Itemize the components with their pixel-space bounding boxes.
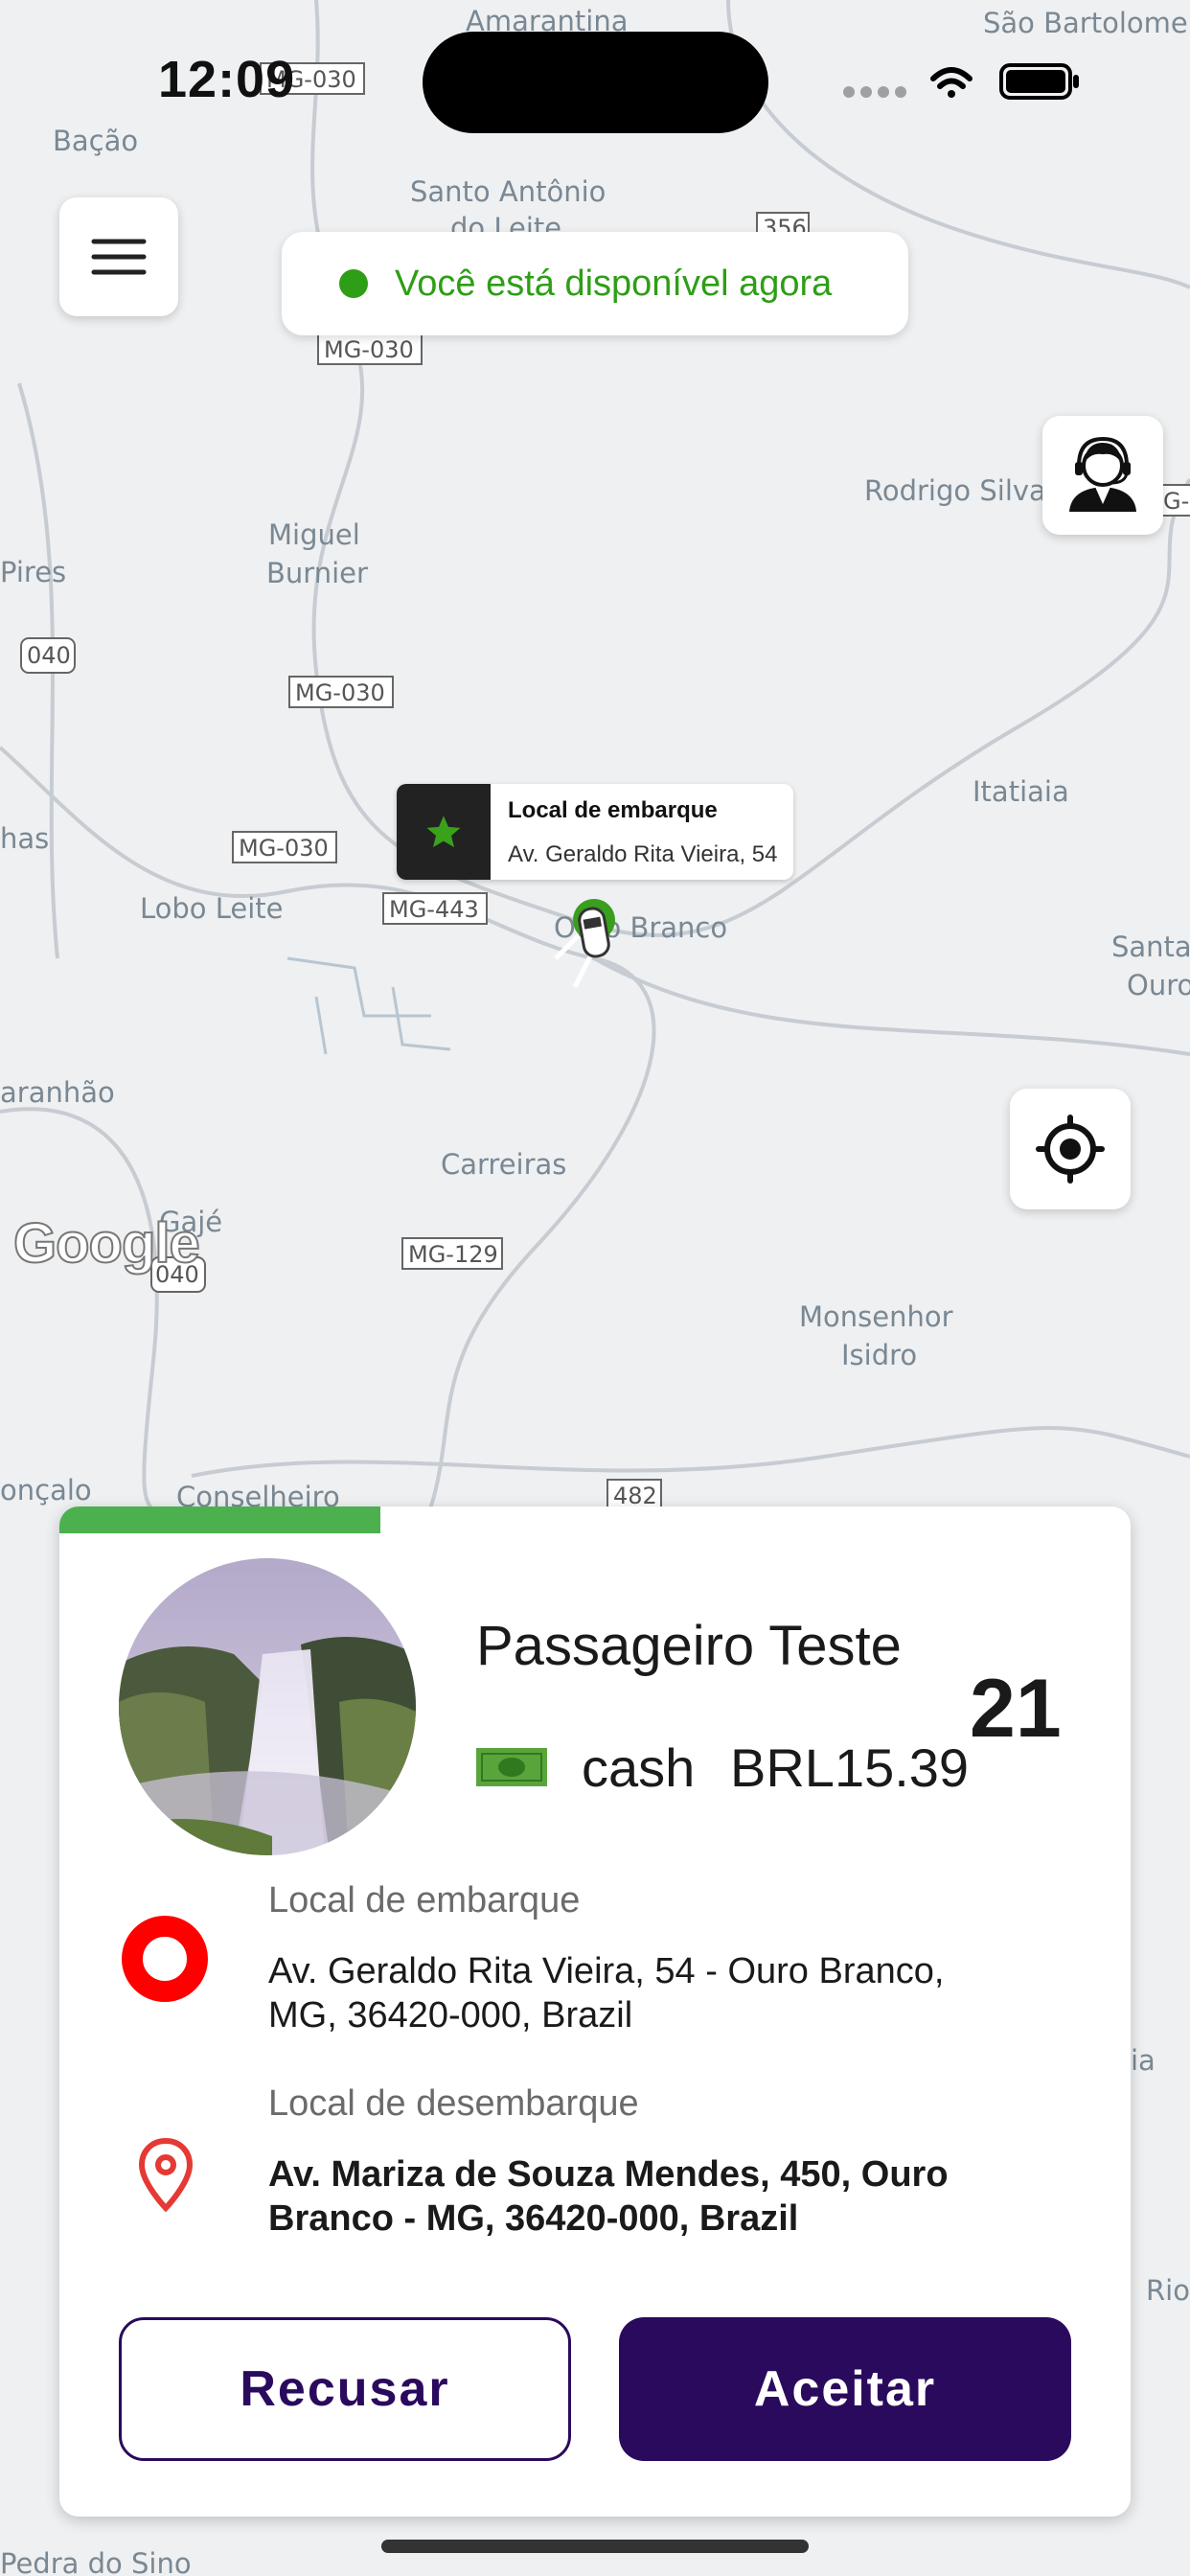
signal-icon xyxy=(843,86,906,98)
home-indicator xyxy=(381,2540,809,2553)
reject-button[interactable]: Recusar xyxy=(119,2317,571,2461)
passenger-avatar xyxy=(119,1558,416,1855)
pickup-address: Av. Geraldo Rita Vieira, 54 - Ouro Branc… xyxy=(268,1951,945,2036)
fare-amount: BRL15.39 xyxy=(730,1737,970,1798)
map-label: Pedra do Sino xyxy=(0,2547,192,2576)
road-shield-label: MG-030 xyxy=(239,835,329,862)
availability-text: Você está disponível agora xyxy=(395,263,833,304)
road-shield-label: 482 xyxy=(613,1483,657,1509)
map-label: Carreiras xyxy=(441,1148,566,1181)
map-label: Isidro xyxy=(841,1339,917,1371)
hamburger-menu-icon xyxy=(91,239,147,275)
support-agent-icon xyxy=(1069,436,1136,512)
map-label: has xyxy=(0,822,49,855)
map-label: Rodrigo Silva xyxy=(864,474,1046,507)
dynamic-island xyxy=(423,32,768,133)
availability-dot xyxy=(339,269,368,298)
map-label: Ouro xyxy=(1127,969,1190,1001)
road-shield-label: MG-030 xyxy=(324,336,414,363)
support-button[interactable] xyxy=(1042,416,1163,535)
dropoff-label: Local de desembarque xyxy=(268,2083,639,2124)
map-label: São Bartolomeu xyxy=(983,7,1190,39)
road-shield-label: G- xyxy=(1163,488,1189,515)
map-label: Burnier xyxy=(266,557,368,589)
request-timer-progress xyxy=(59,1506,381,1533)
map-label: onçalo xyxy=(0,1474,92,1506)
map-label: Rio xyxy=(1146,2274,1190,2307)
availability-banner: Você está disponível agora xyxy=(282,232,908,335)
road-shield-label: MG-129 xyxy=(408,1241,498,1268)
my-location-icon xyxy=(1036,1115,1105,1184)
origin-circle-icon xyxy=(122,1916,208,2002)
payment-method: cash xyxy=(582,1737,696,1798)
road-shield-label: 040 xyxy=(27,642,71,669)
pickup-marker-address: Av. Geraldo Rita Vieira, 54 xyxy=(508,841,778,867)
map-label: Itatiaia xyxy=(973,775,1069,808)
map-label: Miguel xyxy=(268,518,360,551)
destination-pin-icon xyxy=(138,2137,194,2213)
pickup-marker[interactable]: Local de embarque Av. Geraldo Rita Vieir… xyxy=(397,784,793,880)
cash-icon xyxy=(476,1748,547,1786)
google-attribution-logo: Google xyxy=(12,1211,201,1276)
wifi-icon xyxy=(930,67,973,98)
road-shield-label: MG-443 xyxy=(389,896,479,923)
pickup-marker-title: Local de embarque xyxy=(508,797,718,823)
map-label: Bação xyxy=(53,125,138,157)
map-label: Santa xyxy=(1111,931,1190,963)
ride-request-card: Passageiro Teste cash BRL15.39 21 Local … xyxy=(59,1506,1131,2517)
status-time: 12:09 xyxy=(158,51,296,108)
battery-icon xyxy=(999,63,1079,100)
map-label: Lobo Leite xyxy=(140,892,284,925)
accept-button[interactable]: Aceitar xyxy=(619,2317,1071,2461)
countdown-timer: 21 xyxy=(970,1663,1062,1755)
passenger-name: Passageiro Teste xyxy=(476,1615,902,1677)
road-shield-label: MG-030 xyxy=(295,679,385,706)
status-icons xyxy=(843,63,1079,100)
dropoff-address: Av. Mariza de Souza Mendes, 450, Ouro Br… xyxy=(268,2154,949,2239)
map-label: ia xyxy=(1131,2044,1156,2077)
pickup-label: Local de embarque xyxy=(268,1880,581,1920)
map-label: aranhão xyxy=(0,1076,115,1109)
map-label: Monsenhor xyxy=(799,1300,953,1333)
map-label: Pires xyxy=(0,556,66,588)
map-label: Santo Antônio xyxy=(410,175,606,208)
my-location-button[interactable] xyxy=(1010,1089,1131,1209)
menu-button[interactable] xyxy=(59,197,178,316)
star-icon xyxy=(397,784,491,880)
